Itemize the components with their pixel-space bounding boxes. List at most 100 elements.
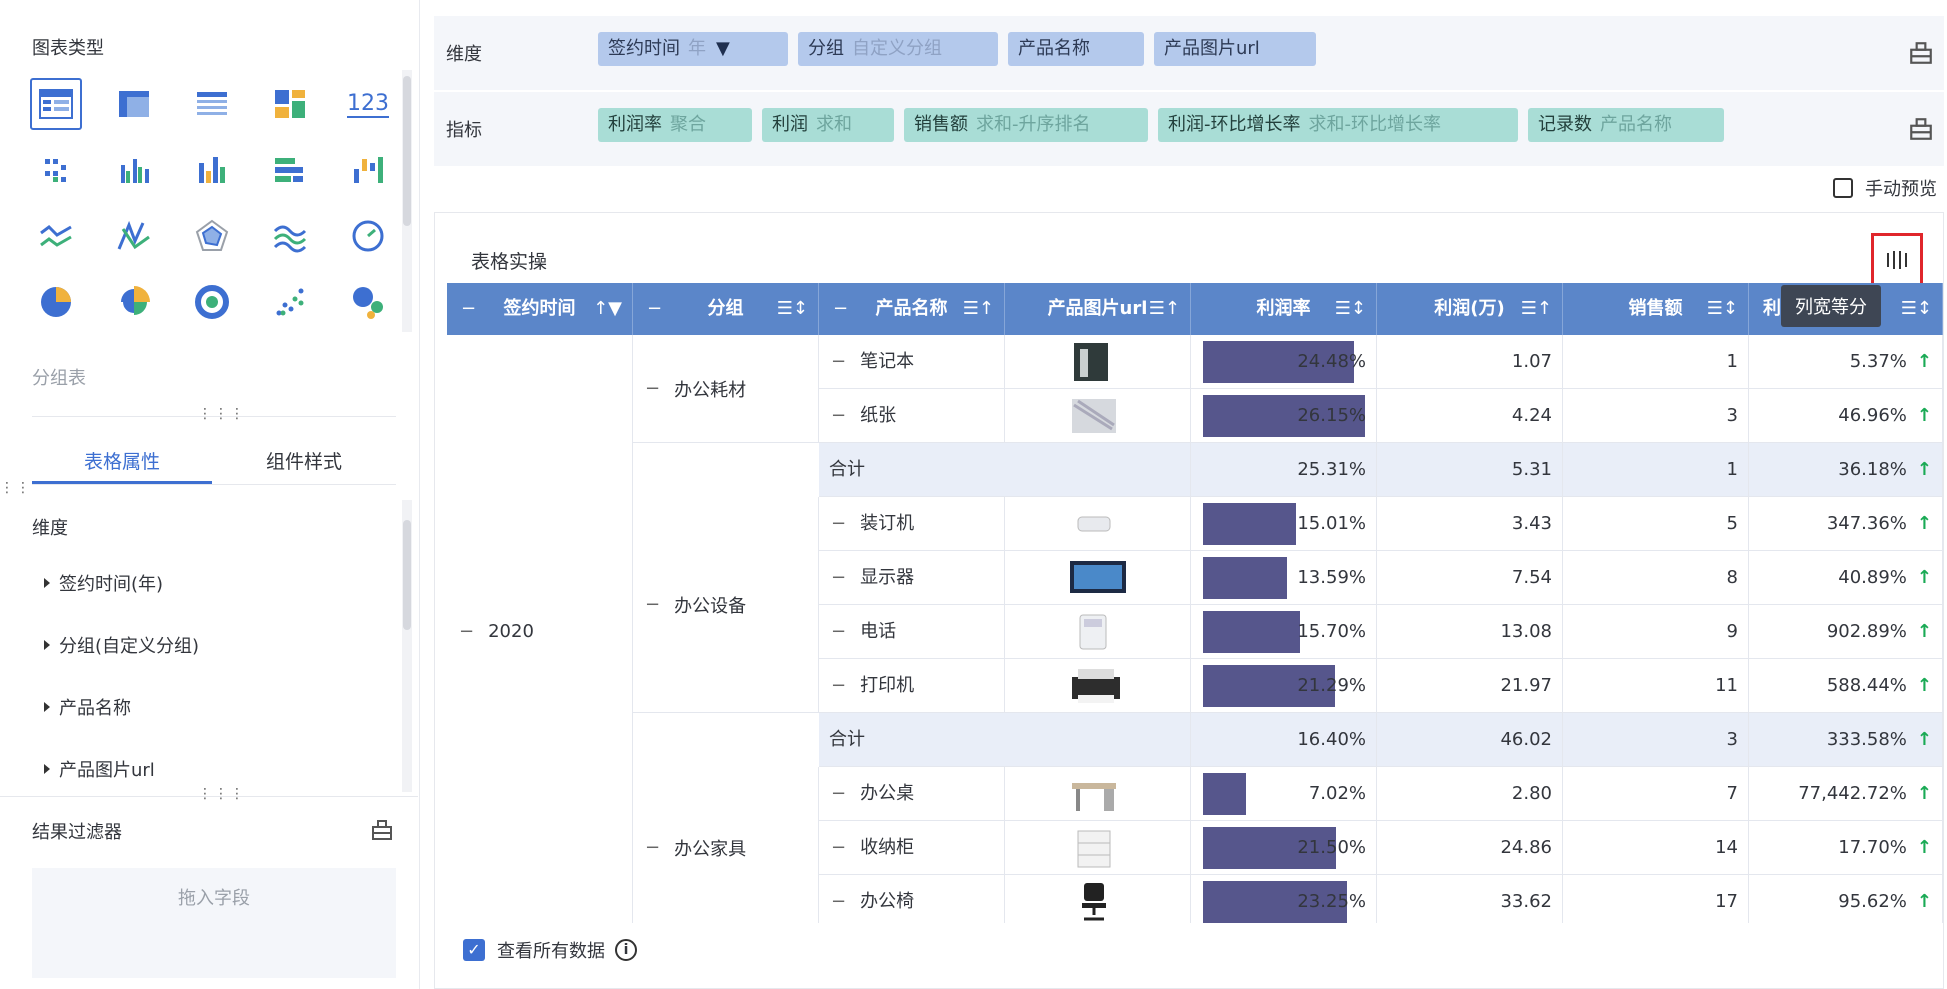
- gauge-chart-icon[interactable]: [342, 210, 394, 262]
- checkbox-checked-icon[interactable]: ✓: [463, 939, 485, 961]
- tab-underline-track: [32, 484, 396, 485]
- dimension-chip-product-name[interactable]: 产品名称: [1008, 32, 1144, 66]
- tab-component-style[interactable]: 组件样式: [214, 440, 394, 484]
- growth-value: 77,442.72%: [1798, 783, 1907, 804]
- product-cell: − 办公椅: [819, 875, 1005, 923]
- donut-chart-icon[interactable]: [186, 276, 238, 328]
- collapse-icon[interactable]: −: [833, 283, 848, 335]
- dimension-item-product-name[interactable]: 产品名称: [44, 694, 131, 720]
- sort-icon[interactable]: ☰↕: [1901, 283, 1932, 335]
- equal-column-width-button[interactable]: [1871, 233, 1923, 287]
- collapse-icon[interactable]: −: [645, 378, 660, 399]
- collapse-icon[interactable]: −: [831, 605, 846, 659]
- header-sales[interactable]: 销售额 ☰↕: [1563, 283, 1749, 335]
- collapse-icon[interactable]: −: [831, 389, 846, 443]
- sort-icon[interactable]: ☰↑: [1521, 283, 1552, 335]
- grouped-dot-icon[interactable]: [30, 144, 82, 196]
- product-name: 笔记本: [860, 351, 915, 372]
- dimension-item-product-image[interactable]: 产品图片url: [44, 756, 155, 782]
- header-profit[interactable]: 利润(万) ☰↑: [1377, 283, 1563, 335]
- bubble-chart-icon[interactable]: [342, 276, 394, 328]
- growth-value: 588.44%: [1826, 675, 1907, 696]
- collapse-icon[interactable]: −: [831, 659, 846, 713]
- profit-rate-cell: 21.50%: [1191, 821, 1377, 875]
- dimension-item-sign-year[interactable]: 签约时间(年): [44, 570, 163, 596]
- growth-value: 347.36%: [1826, 513, 1907, 534]
- chart-grid-scrollbar[interactable]: [402, 70, 412, 332]
- collapse-icon[interactable]: −: [459, 621, 474, 642]
- kpi-icon[interactable]: 123: [342, 78, 394, 130]
- sort-icon[interactable]: ☰↕: [1335, 283, 1366, 335]
- waterfall-chart-icon[interactable]: [342, 144, 394, 196]
- sort-icon[interactable]: ↑▼: [593, 283, 622, 335]
- subtotal-profit: 5.31: [1377, 443, 1563, 497]
- area-chart-icon[interactable]: [264, 210, 316, 262]
- radar-chart-icon[interactable]: [186, 210, 238, 262]
- column-chart-icon[interactable]: [186, 144, 238, 196]
- sort-icon[interactable]: ☰↕: [1707, 283, 1738, 335]
- tab-table-properties[interactable]: 表格属性: [32, 440, 212, 484]
- collapse-icon[interactable]: −: [831, 821, 846, 875]
- grouped-bar-icon[interactable]: [108, 144, 160, 196]
- metric-chip-profit-rate[interactable]: 利润率 聚合: [598, 108, 752, 142]
- collapse-icon[interactable]: −: [831, 551, 846, 605]
- profit-rate-cell: 26.15%: [1191, 389, 1377, 443]
- rose-chart-icon[interactable]: [108, 276, 160, 328]
- table-chart-icon[interactable]: [30, 78, 82, 130]
- metric-chip-profit-growth[interactable]: 利润-环比增长率 求和-环比增长率: [1158, 108, 1518, 142]
- collapse-icon[interactable]: −: [831, 497, 846, 551]
- cross-table-icon[interactable]: [108, 78, 160, 130]
- collapse-icon[interactable]: −: [831, 875, 846, 923]
- sort-icon[interactable]: ☰↕: [777, 283, 808, 335]
- collapse-icon[interactable]: −: [461, 283, 476, 335]
- collapse-icon[interactable]: −: [645, 594, 660, 615]
- filter-drop-zone[interactable]: 拖入字段: [32, 868, 396, 978]
- collapse-icon[interactable]: −: [647, 283, 662, 335]
- metric-chip-sales[interactable]: 销售额 求和-升序排名: [904, 108, 1148, 142]
- sales-rank-cell: 17: [1563, 875, 1749, 923]
- header-sign-time[interactable]: − 签约时间 ↑▼: [447, 283, 633, 335]
- dimension-chip-sign-time[interactable]: 签约时间年 ▼: [598, 32, 788, 66]
- horizontal-bar-icon[interactable]: [264, 144, 316, 196]
- dashboard-card-icon[interactable]: [264, 78, 316, 130]
- resize-handle[interactable]: ⋮⋮⋮: [198, 407, 244, 421]
- info-icon[interactable]: i: [615, 939, 637, 961]
- checkbox-box[interactable]: [1833, 178, 1853, 198]
- up-arrow-icon: ↑: [1916, 837, 1932, 858]
- dimension-settings-icon[interactable]: [1908, 40, 1934, 66]
- sort-icon[interactable]: ☰↑: [963, 283, 994, 335]
- profit-cell: 13.08: [1377, 605, 1563, 659]
- header-product-image[interactable]: 产品图片url ☰↑: [1005, 283, 1191, 335]
- header-group[interactable]: − 分组 ☰↕: [633, 283, 819, 335]
- metric-chip-record-count[interactable]: 记录数 产品名称: [1528, 108, 1724, 142]
- product-cell: − 显示器: [819, 551, 1005, 605]
- header-product-name[interactable]: − 产品名称 ☰↑: [819, 283, 1005, 335]
- dimension-chip-group[interactable]: 分组 自定义分组: [798, 32, 998, 66]
- detail-table-icon[interactable]: [186, 78, 238, 130]
- metric-chip-profit[interactable]: 利润 求和: [762, 108, 894, 142]
- metric-settings-icon[interactable]: [1908, 116, 1934, 142]
- manual-preview-checkbox[interactable]: 手动预览: [1833, 175, 1937, 201]
- panel-drag-handle[interactable]: ⋮⋮: [0, 481, 30, 495]
- pie-chart-icon[interactable]: [30, 276, 82, 328]
- header-profit-rate[interactable]: 利润率 ☰↕: [1191, 283, 1377, 335]
- group-cell: − 办公家具: [633, 767, 819, 923]
- column-width-icon: [1887, 251, 1907, 269]
- radar-line-icon[interactable]: [108, 210, 160, 262]
- line-chart-icon[interactable]: [30, 210, 82, 262]
- collapse-icon[interactable]: −: [831, 335, 846, 389]
- collapse-icon[interactable]: −: [831, 767, 846, 821]
- dimension-field-bar: 维度 签约时间年 ▼ 分组 自定义分组 产品名称 产品图片url: [434, 16, 1944, 90]
- sort-icon[interactable]: ☰↑: [1149, 283, 1180, 335]
- properties-scrollbar[interactable]: [402, 500, 412, 792]
- view-all-data-checkbox[interactable]: ✓ 查看所有数据 i: [463, 937, 637, 963]
- dimension-chip-product-image[interactable]: 产品图片url: [1154, 32, 1316, 66]
- product-name: 装订机: [860, 513, 915, 534]
- resize-handle[interactable]: ⋮⋮⋮: [198, 787, 244, 801]
- dimension-item-group[interactable]: 分组(自定义分组): [44, 632, 199, 658]
- up-arrow-icon: ↑: [1916, 621, 1932, 642]
- collapse-icon[interactable]: −: [645, 837, 660, 858]
- product-image-cell: [1005, 389, 1191, 443]
- filter-settings-icon[interactable]: [370, 818, 394, 842]
- scatter-chart-icon[interactable]: [264, 276, 316, 328]
